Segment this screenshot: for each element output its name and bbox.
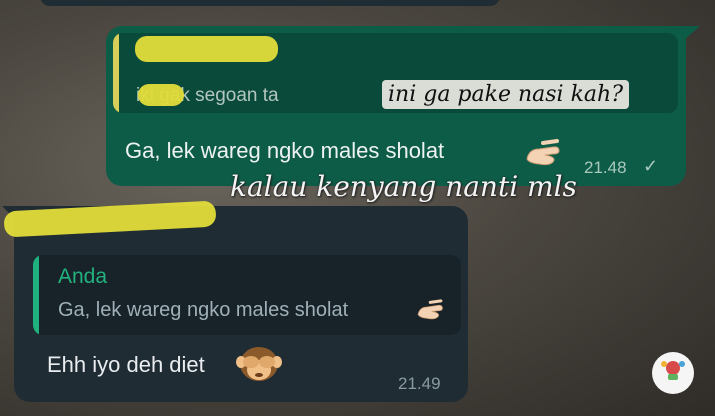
outgoing-message-text: Ga, lek wareg ngko males sholat — [125, 138, 445, 163]
incoming-quoted-reply[interactable]: Anda Ga, lek wareg ngko males sholat — [33, 255, 461, 335]
redaction-scribble — [138, 84, 184, 106]
see-no-evil-monkey-icon — [236, 347, 282, 381]
outgoing-timestamp: 21.48 — [584, 158, 627, 177]
watermark-logo — [652, 352, 694, 394]
redaction-scribble — [135, 36, 278, 62]
previous-message-bubble — [40, 0, 500, 6]
pinching-hand-icon — [417, 299, 443, 320]
annotation-line-1: kalau kenyang nanti mls — [230, 170, 577, 203]
pinching-hand-icon — [526, 139, 560, 166]
quote-accent-bar — [33, 255, 39, 335]
quote-author: Anda — [58, 265, 108, 288]
incoming-timestamp: 21.49 — [398, 374, 441, 393]
incoming-quote-text: Ga, lek wareg ngko males sholat — [58, 299, 349, 321]
double-check-icon: ✓ — [643, 156, 659, 176]
outgoing-bubble-tail — [684, 26, 700, 40]
annotation-question: ini ga pake nasi kah? — [382, 80, 629, 109]
incoming-message-text: Ehh iyo deh diet — [47, 352, 205, 377]
quote-accent-bar — [113, 33, 119, 113]
